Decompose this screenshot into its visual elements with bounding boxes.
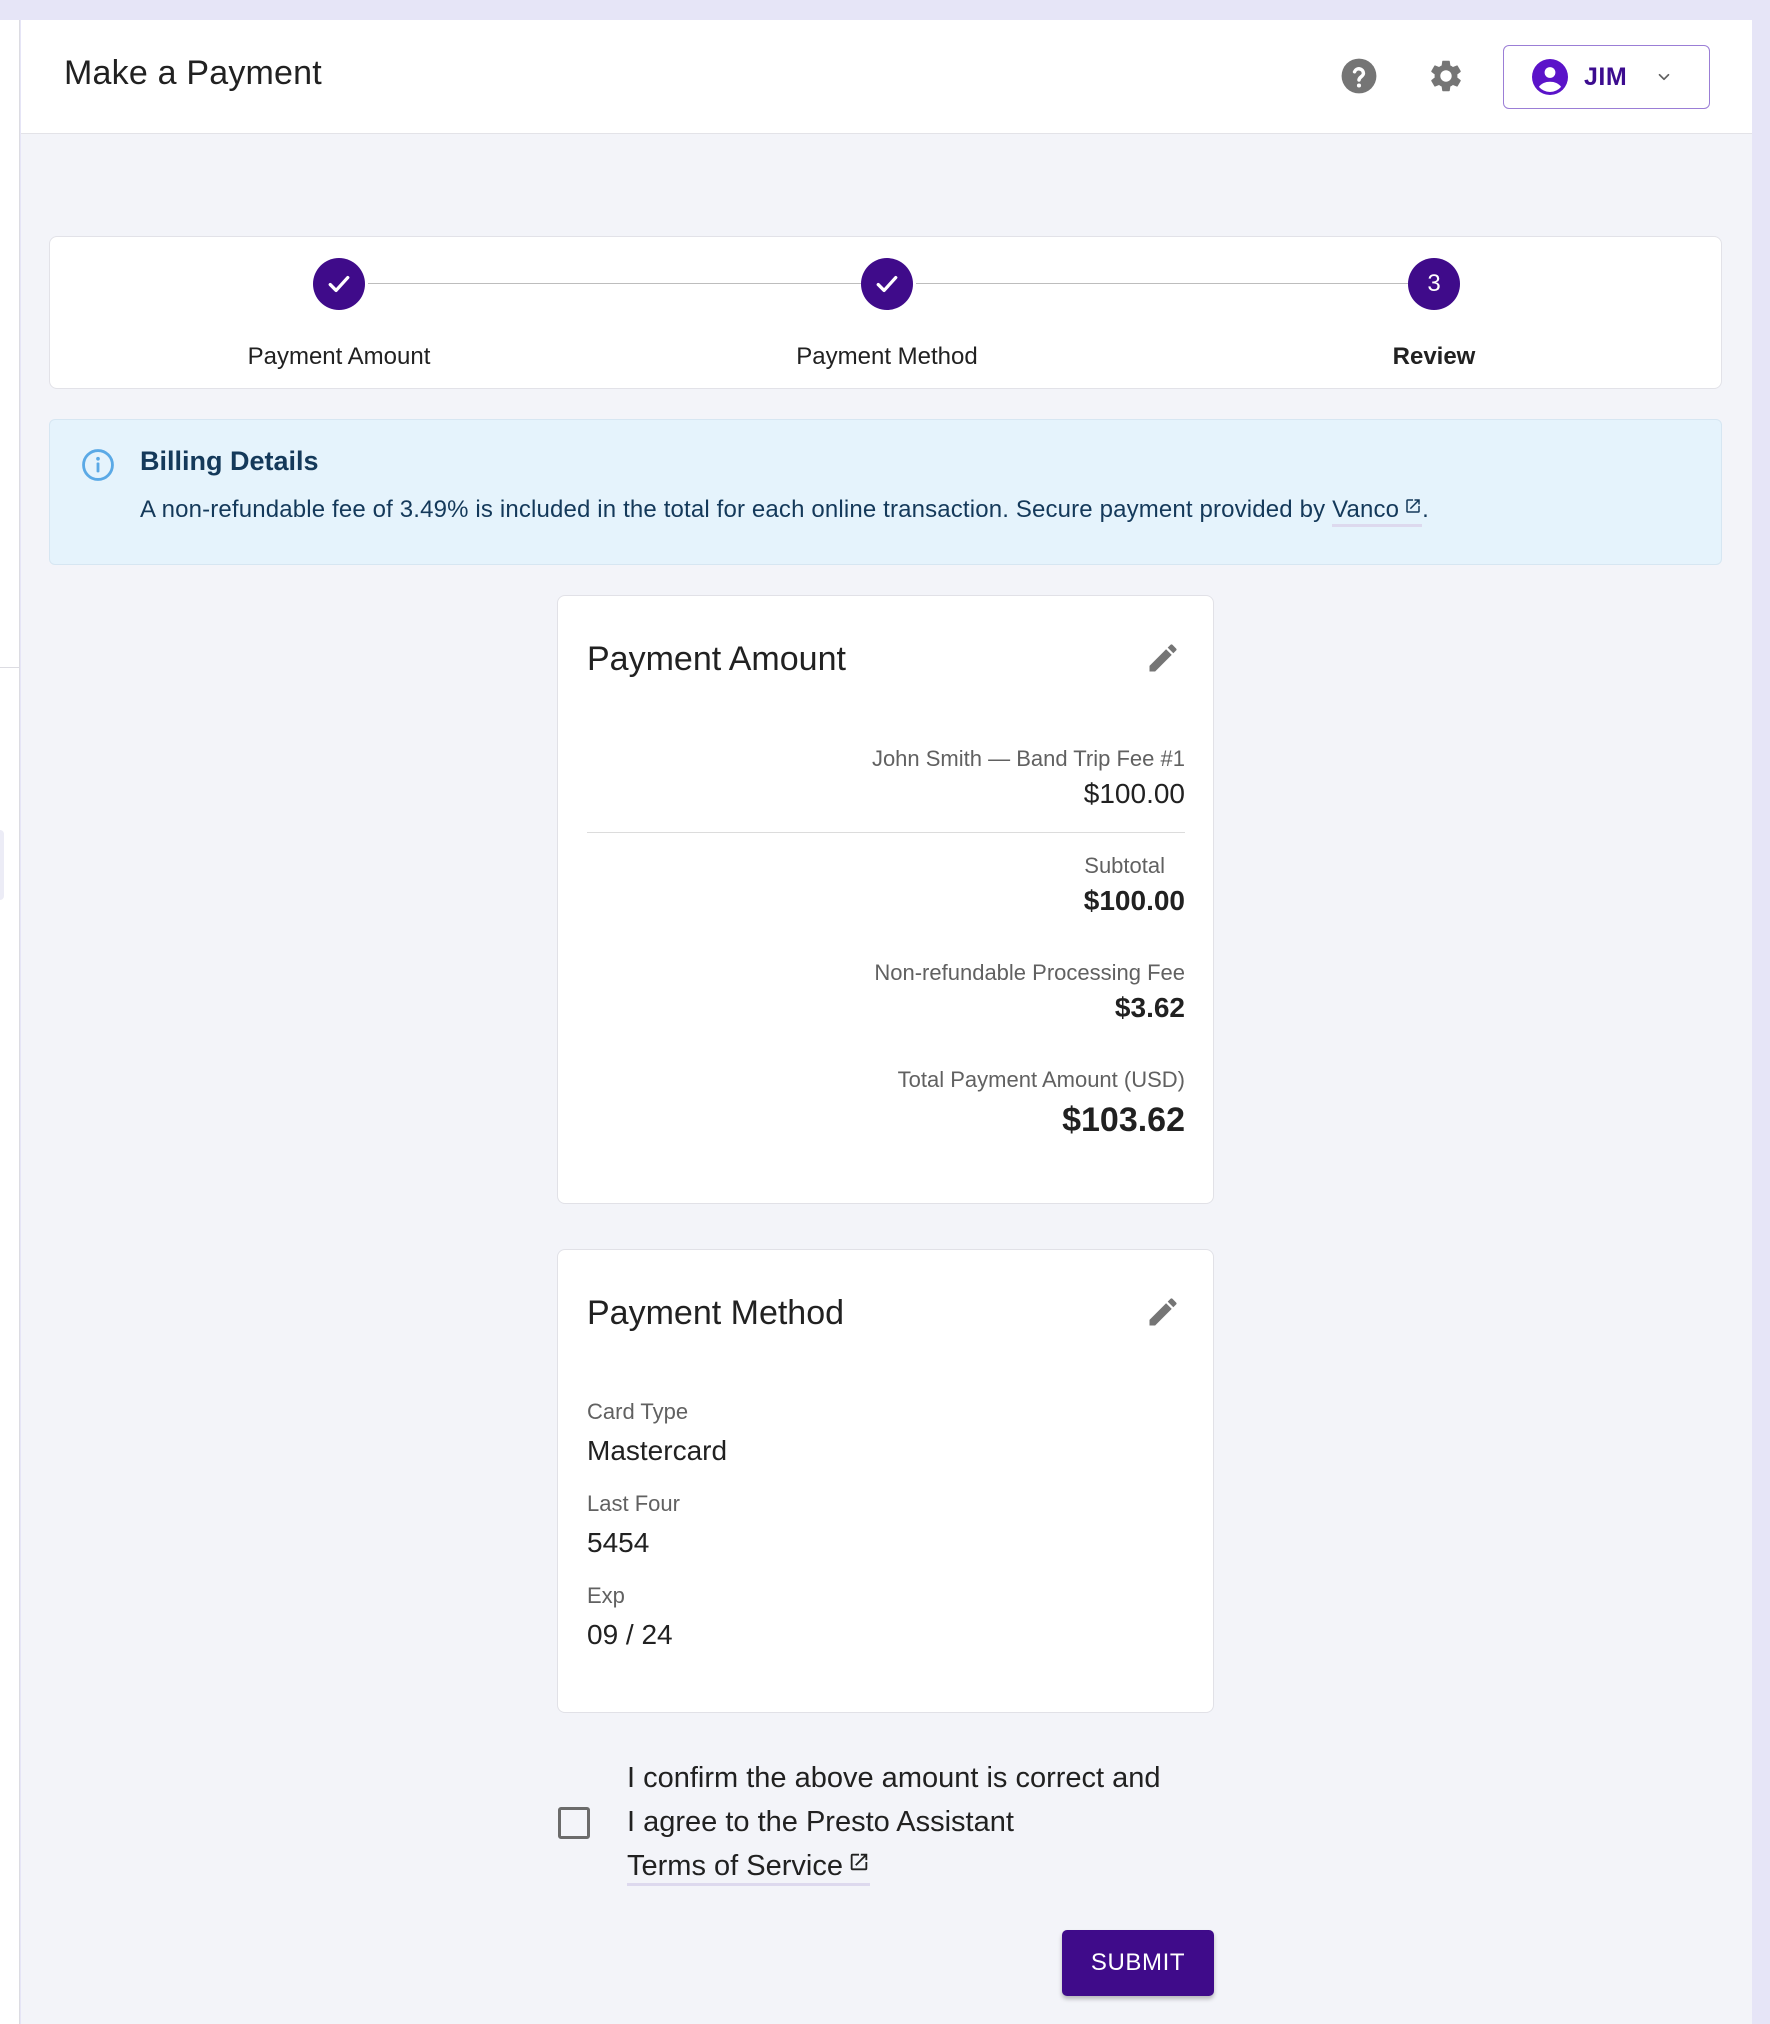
step-2-label[interactable]: Payment Method <box>737 343 1037 371</box>
exp-label: Exp <box>587 1583 625 1608</box>
banner-text-body: A non-refundable fee of 3.49% is include… <box>140 496 1333 523</box>
banner-text: A non-refundable fee of 3.49% is include… <box>140 496 1429 527</box>
app-header: Make a Payment JIM <box>21 20 1752 134</box>
pencil-icon <box>1149 1298 1177 1326</box>
total-payment: Total Payment Amount (USD) $103.62 <box>898 1065 1185 1145</box>
card-type-value: Mastercard <box>587 1435 728 1466</box>
step-2-marker[interactable] <box>861 258 913 310</box>
line-item: John Smith — Band Trip Fee #1 $100.00 <box>872 744 1185 814</box>
processing-fee-label: Non-refundable Processing Fee <box>874 960 1185 985</box>
user-name: JIM <box>1584 62 1628 91</box>
payment-amount-card: Payment Amount John Smith — Band Trip Fe… <box>557 595 1214 1204</box>
terms-link-text: Terms of Service <box>627 1850 843 1882</box>
exp-field: Exp 09 / 24 <box>587 1581 673 1655</box>
line-item-amount: $100.00 <box>1083 778 1185 809</box>
payment-stepper: Payment Amount Payment Method 3 Review <box>49 236 1722 389</box>
page-title: Make a Payment <box>64 54 322 92</box>
payment-method-title: Payment Method <box>587 1294 845 1332</box>
card-type-label: Card Type <box>587 1399 689 1424</box>
chevron-down-icon <box>1658 73 1670 81</box>
confirm-line-2: I agree to the Presto Assistant <box>627 1806 1014 1838</box>
help-button[interactable] <box>1339 56 1379 96</box>
processing-fee: Non-refundable Processing Fee $3.62 <box>874 958 1185 1028</box>
user-menu-button[interactable]: JIM <box>1503 45 1710 109</box>
payment-method-card: Payment Method Card Type Mastercard Last… <box>557 1249 1214 1713</box>
banner-trailing: . <box>1422 496 1429 523</box>
banner-title: Billing Details <box>140 446 319 476</box>
step-1-label[interactable]: Payment Amount <box>189 343 489 371</box>
sidebar-divider <box>0 667 20 668</box>
pencil-icon <box>1149 644 1177 672</box>
info-icon <box>82 449 114 481</box>
total-payment-label: Total Payment Amount (USD) <box>897 1067 1185 1092</box>
account-circle-icon <box>1532 59 1568 95</box>
confirm-label[interactable]: I confirm the above amount is correct an… <box>627 1756 1227 1888</box>
settings-button[interactable] <box>1426 56 1466 96</box>
help-circle-icon <box>1341 58 1377 94</box>
total-payment-value: $103.62 <box>1062 1101 1185 1139</box>
vanco-link-text: Vanco <box>1332 496 1400 523</box>
external-link-icon <box>850 1853 868 1871</box>
last-four-label: Last Four <box>587 1491 680 1516</box>
line-item-label: John Smith — Band Trip Fee #1 <box>871 746 1185 771</box>
external-link-icon <box>1406 499 1420 513</box>
submit-button[interactable]: SUBMIT <box>1062 1930 1214 1996</box>
amount-divider <box>587 832 1185 833</box>
subtotal-label: Subtotal <box>1084 853 1165 878</box>
terms-of-service-link[interactable]: Terms of Service <box>627 1850 870 1886</box>
sidebar-partial <box>0 20 20 2024</box>
step-3-marker: 3 <box>1408 258 1460 310</box>
step-connector <box>368 283 912 284</box>
gear-icon <box>1431 60 1461 92</box>
step-3-label: Review <box>1392 343 1476 370</box>
edit-payment-amount-button[interactable] <box>1143 638 1183 678</box>
subtotal-value: $100.00 <box>1083 885 1185 916</box>
confirm-checkbox[interactable] <box>558 1807 590 1839</box>
vanco-link[interactable]: Vanco <box>1332 496 1423 527</box>
check-icon <box>328 275 350 293</box>
sidebar-item-peek[interactable] <box>0 830 4 900</box>
check-icon <box>876 275 898 293</box>
last-four-field: Last Four 5454 <box>587 1489 680 1563</box>
last-four-value: 5454 <box>587 1527 650 1558</box>
processing-fee-value: $3.62 <box>1114 992 1185 1023</box>
subtotal: Subtotal $100.00 <box>1084 851 1185 921</box>
exp-value: 09 / 24 <box>587 1619 673 1650</box>
payment-amount-title: Payment Amount <box>587 640 846 678</box>
confirm-line-1: I confirm the above amount is correct an… <box>627 1762 1161 1794</box>
step-connector <box>916 283 1460 284</box>
billing-details-banner: Billing Details A non-refundable fee of … <box>49 419 1722 565</box>
step-1-marker[interactable] <box>313 258 365 310</box>
card-type-field: Card Type Mastercard <box>587 1397 727 1471</box>
edit-payment-method-button[interactable] <box>1143 1292 1183 1332</box>
